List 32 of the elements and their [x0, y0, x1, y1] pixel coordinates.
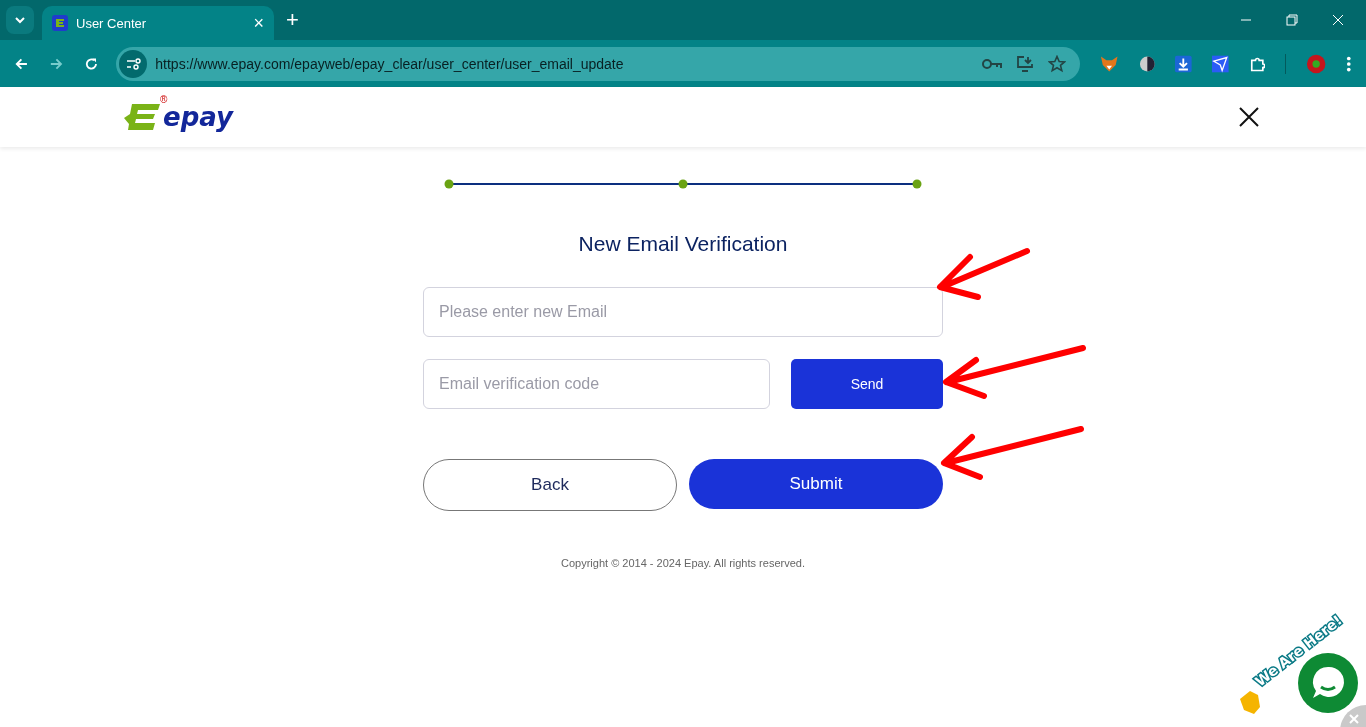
form-title: New Email Verification: [578, 232, 788, 256]
tab-close-button[interactable]: ×: [253, 12, 264, 34]
new-tab-button[interactable]: +: [286, 7, 299, 33]
site-icon: [52, 15, 68, 31]
chevron-down-icon: [14, 14, 26, 26]
restore-icon[interactable]: [1286, 14, 1298, 26]
verification-code-input[interactable]: Email verification code: [423, 359, 770, 409]
logo-e-icon: [124, 104, 160, 130]
send-button[interactable]: Send: [791, 359, 943, 409]
email-input[interactable]: Please enter new Email: [423, 287, 943, 337]
menu-icon[interactable]: [1346, 54, 1352, 73]
reload-icon[interactable]: [83, 55, 99, 72]
extension-icon[interactable]: [1138, 54, 1156, 73]
close-icon[interactable]: [1239, 107, 1259, 127]
url-text: https://www.epay.com/epayweb/epay_clear/user_center/user_email_update: [155, 55, 624, 72]
tab-search-button[interactable]: [6, 6, 34, 34]
back-button[interactable]: Back: [423, 459, 677, 511]
submit-button[interactable]: Submit: [689, 459, 943, 509]
registered-mark: ®: [160, 94, 168, 105]
download-icon[interactable]: [1175, 54, 1192, 73]
profile-avatar-icon[interactable]: [1306, 52, 1327, 75]
star-icon[interactable]: [1048, 54, 1067, 73]
tab-title: User Center: [76, 15, 148, 31]
logo-text: epay: [163, 104, 233, 130]
key-icon[interactable]: [982, 56, 1003, 71]
address-bar[interactable]: https://www.epay.com/epayweb/epay_clear/user_center/user_email_update: [116, 46, 1081, 81]
install-app-icon[interactable]: [1016, 54, 1035, 73]
site-settings-icon[interactable]: [119, 49, 148, 78]
fox-icon[interactable]: [1100, 54, 1119, 73]
copyright-text: Copyright © 2014 - 2024 Epay. All rights reserved.: [561, 557, 805, 569]
paper-plane-icon[interactable]: [1212, 54, 1229, 73]
browser-tab[interactable]: User Center ×: [42, 6, 274, 40]
